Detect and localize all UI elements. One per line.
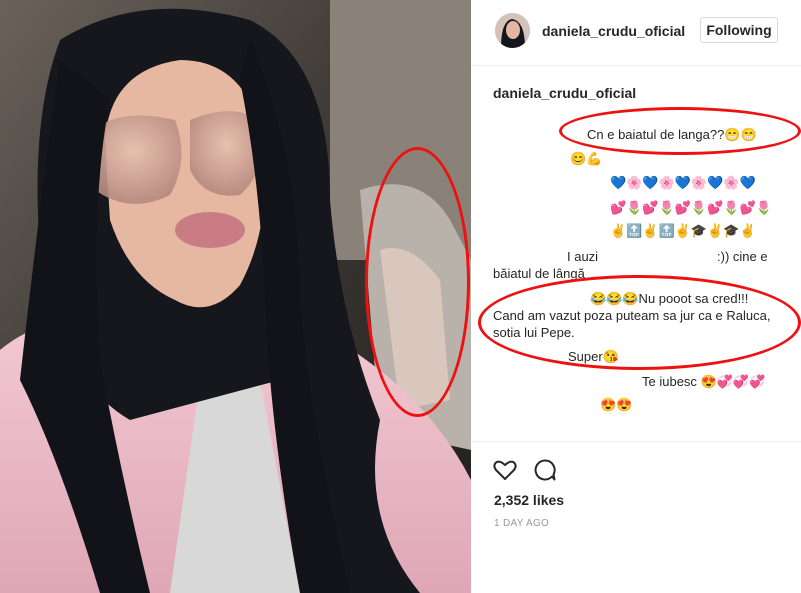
comment-line: 💙🌸💙🌸💙🌸💙🌸💙 — [610, 175, 756, 190]
header-username[interactable]: daniela_crudu_oficial — [542, 23, 685, 39]
heart-icon[interactable] — [493, 459, 517, 486]
following-button[interactable]: Following — [700, 17, 778, 43]
comment-icon[interactable] — [533, 458, 557, 487]
comment-line: :)) cine e — [717, 249, 768, 264]
likes-count[interactable]: 2,352 likes — [494, 492, 564, 508]
comment-line: Te iubesc 😍💞💞💞 — [642, 374, 766, 389]
comment-line: 😍😍 — [600, 397, 633, 412]
post-photo[interactable] — [0, 0, 471, 593]
comment-line: 😊💪 — [570, 151, 603, 166]
red-annotation-oval-comment — [559, 107, 801, 155]
post-timestamp[interactable]: 1 DAY AGO — [494, 518, 549, 529]
comment-line: ✌🔝✌🔝✌🎓✌🎓✌ — [610, 223, 756, 238]
comment-line: I auzi — [567, 249, 599, 264]
comment-line: 💕🌷💕🌷💕🌷💕🌷💕🌷 — [610, 200, 772, 215]
post-side-panel: daniela_crudu_oficial Following daniela_… — [471, 0, 801, 593]
post-header: daniela_crudu_oficial Following — [471, 0, 801, 66]
red-annotation-oval-photo — [365, 147, 470, 417]
caption-username[interactable]: daniela_crudu_oficial — [493, 85, 636, 101]
action-bar — [471, 441, 801, 442]
red-annotation-oval-comment — [478, 275, 801, 370]
avatar[interactable] — [495, 13, 530, 48]
